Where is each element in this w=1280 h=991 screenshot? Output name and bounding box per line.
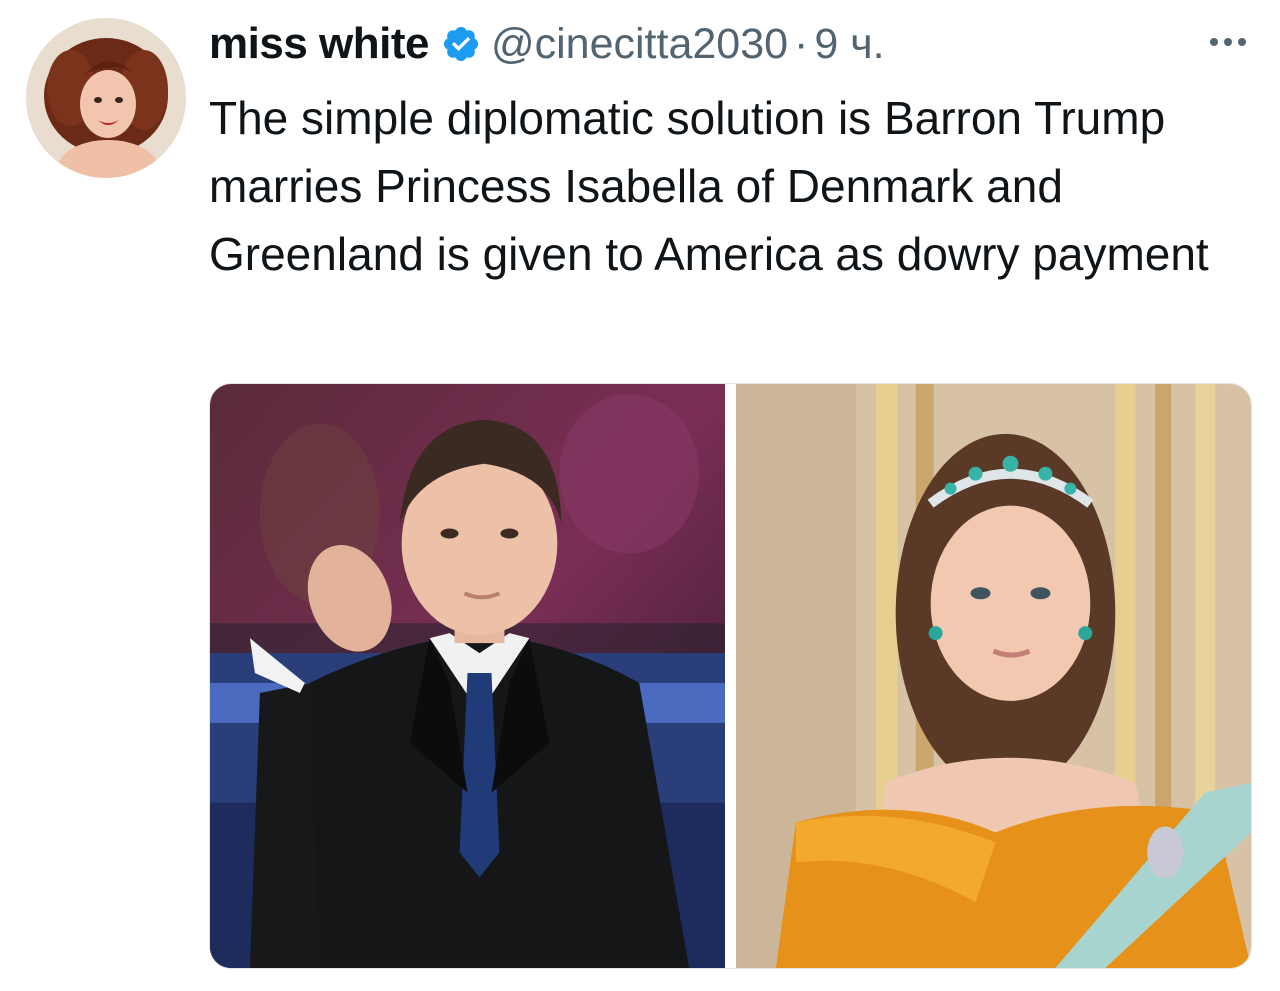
media-photo-left[interactable] [210,384,726,968]
media-photo-right[interactable] [736,384,1251,968]
tweet-timestamp[interactable]: 9 ч. [814,20,884,69]
princess-in-tiara-image [736,384,1251,968]
young-man-in-suit-image [210,384,726,968]
tweet-media-grid [209,383,1252,969]
tweet-text: The simple diplomatic solution is Barron… [209,92,1209,280]
display-name[interactable]: miss white [209,19,429,69]
avatar-portrait-image [26,18,186,178]
ellipsis-icon [1210,38,1246,46]
verified-badge-icon [441,24,481,64]
tweet-header: miss white @cinecitta2030 · 9 ч. [209,16,1250,72]
more-options-button[interactable] [1200,20,1256,64]
header-separator: · [794,19,809,68]
author-handle[interactable]: @cinecitta2030 [491,20,788,69]
avatar[interactable] [26,18,186,178]
media-divider [725,384,736,968]
